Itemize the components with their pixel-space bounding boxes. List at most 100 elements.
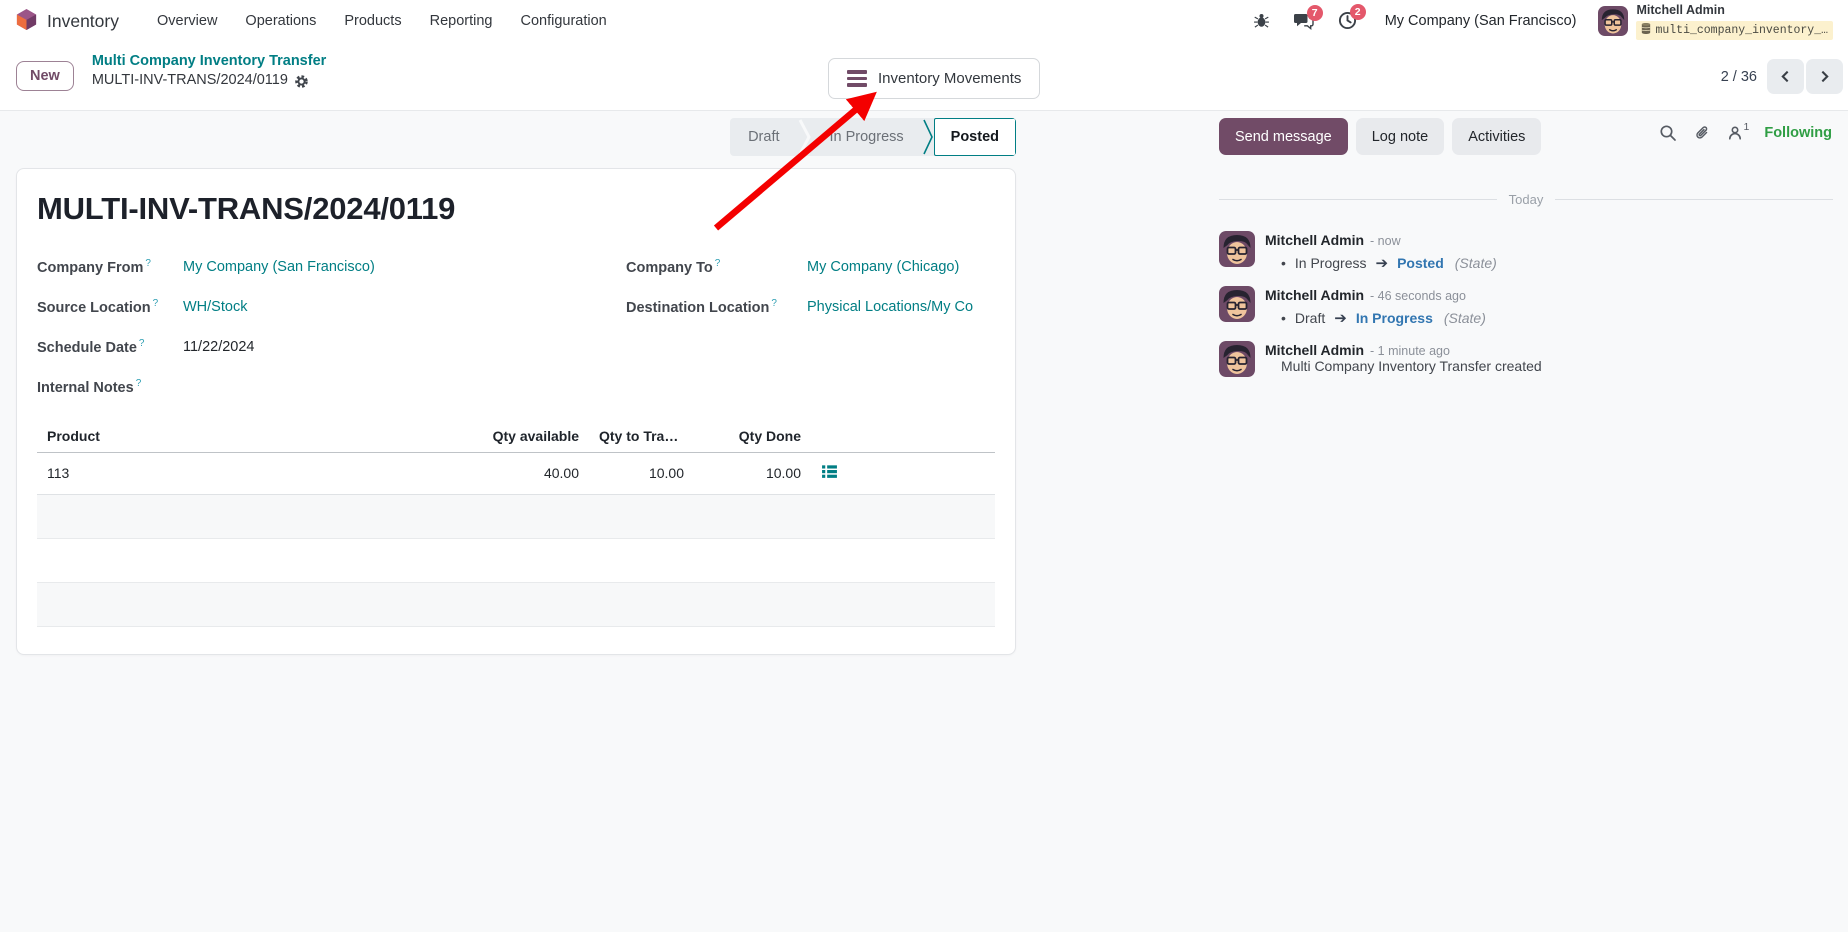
gear-icon[interactable] (294, 74, 309, 89)
menu-overview[interactable]: Overview (147, 7, 227, 35)
menu-operations[interactable]: Operations (235, 7, 326, 35)
user-name: Mitchell Admin (1636, 3, 1724, 17)
field-internal-notes: Internal Notes? (37, 367, 492, 407)
pager-value: 2 / 36 (1721, 69, 1757, 85)
inventory-app-icon (15, 8, 38, 35)
main-menus: Overview Operations Products Reporting C… (147, 7, 617, 35)
company-to-value[interactable]: My Company (Chicago) (807, 259, 959, 275)
log-note-button[interactable]: Log note (1356, 118, 1444, 155)
inventory-movements-button[interactable]: Inventory Movements (828, 58, 1040, 99)
column-product[interactable]: Product (37, 420, 457, 452)
status-bar: Draft In Progress Posted (730, 118, 1016, 156)
empty-row (37, 494, 995, 538)
chatter-message: Mitchell Admin - 1 minute ago Multi Comp… (1219, 341, 1833, 387)
user-avatar[interactable] (1598, 6, 1628, 36)
help-icon: ? (153, 298, 159, 309)
source-location-value[interactable]: WH/Stock (183, 299, 247, 315)
chatter-actions: Send message Log note Activities (1219, 118, 1541, 155)
help-icon: ? (145, 258, 151, 269)
table-header-row: Product Qty available Qty to Tran… Qty D… (37, 420, 995, 452)
chevron-right-icon (1818, 70, 1831, 83)
new-button[interactable]: New (16, 61, 74, 91)
help-icon: ? (771, 298, 777, 309)
following-toggle[interactable]: Following (1764, 125, 1832, 141)
help-icon: ? (139, 338, 145, 349)
chatter-message: Mitchell Admin - 46 seconds ago Draft ➔ … (1219, 286, 1833, 332)
menu-products[interactable]: Products (334, 7, 411, 35)
app-name: Inventory (47, 11, 119, 32)
help-icon: ? (136, 378, 142, 389)
inventory-movements-label: Inventory Movements (878, 70, 1021, 87)
message-time: - 1 minute ago (1370, 344, 1450, 358)
send-message-button[interactable]: Send message (1219, 118, 1348, 155)
table-row[interactable]: 113 40.00 10.00 10.00 (37, 452, 995, 494)
chevron-left-icon (1779, 70, 1792, 83)
stage-posted[interactable]: Posted (934, 118, 1016, 156)
column-qty-to-transfer[interactable]: Qty to Tran… (589, 420, 694, 452)
avatar (1219, 286, 1255, 322)
record-title: MULTI-INV-TRANS/2024/0119 (37, 191, 995, 227)
form-sheet: MULTI-INV-TRANS/2024/0119 Company From? … (16, 168, 1016, 655)
tracking-value: Draft ➔ In Progress (State) (1265, 309, 1486, 327)
cell-qty-available[interactable]: 40.00 (457, 452, 589, 494)
message-time: - now (1370, 234, 1401, 248)
pager-next-button[interactable] (1806, 59, 1843, 94)
pager-previous-button[interactable] (1767, 59, 1804, 94)
company-switcher[interactable]: My Company (San Francisco) (1385, 13, 1577, 29)
search-messages-icon[interactable] (1659, 124, 1677, 142)
attachments-paperclip-icon[interactable] (1693, 124, 1711, 142)
arrow-right-icon: ➔ (1334, 309, 1347, 327)
activities-count-badge: 2 (1350, 4, 1366, 20)
stage-draft[interactable]: Draft (730, 118, 797, 156)
message-body: Multi Company Inventory Transfer created (1265, 358, 1542, 374)
odoo-app-window: Inventory Overview Operations Products R… (0, 0, 1848, 932)
menu-configuration[interactable]: Configuration (510, 7, 616, 35)
message-author: Mitchell Admin (1265, 342, 1364, 358)
app-switcher[interactable]: Inventory (15, 8, 119, 35)
field-destination-location: Destination Location? Physical Locations… (626, 287, 995, 327)
column-qty-done[interactable]: Qty Done (694, 420, 811, 452)
database-icon (1641, 22, 1651, 39)
messages-icon[interactable]: 7 (1294, 12, 1314, 30)
user-menu[interactable]: Mitchell Admin multi_company_inventory_… (1636, 2, 1833, 40)
chatter-thread: Today Mitchell Admin - now In Progress ➔… (1219, 186, 1833, 396)
field-company-from: Company From? My Company (San Francisco) (37, 247, 492, 287)
arrow-right-icon: ➔ (1376, 254, 1389, 272)
company-from-value[interactable]: My Company (San Francisco) (183, 259, 375, 275)
field-company-to: Company To? My Company (Chicago) (626, 247, 995, 287)
destination-location-value[interactable]: Physical Locations/My Co (807, 299, 973, 315)
chatter-message: Mitchell Admin - now In Progress ➔ Poste… (1219, 231, 1833, 277)
control-panel: New Multi Company Inventory Transfer MUL… (0, 42, 1848, 111)
follower-count: 1 (1744, 121, 1750, 133)
column-qty-available[interactable]: Qty available (457, 420, 589, 452)
tracking-value: In Progress ➔ Posted (State) (1265, 254, 1497, 272)
field-source-location: Source Location? WH/Stock (37, 287, 492, 327)
schedule-date-value: 11/22/2024 (183, 339, 255, 355)
top-navbar: Inventory Overview Operations Products R… (0, 0, 1848, 42)
avatar (1219, 231, 1255, 267)
breadcrumb-parent-link[interactable]: Multi Company Inventory Transfer (92, 53, 326, 70)
stage-in-progress[interactable]: In Progress (812, 118, 922, 156)
field-groups: Company From? My Company (San Francisco)… (37, 247, 995, 407)
navbar-right: 7 2 My Company (San Francisco) (1229, 2, 1833, 40)
cell-qty-done[interactable]: 10.00 (694, 452, 811, 494)
messages-count-badge: 7 (1307, 5, 1323, 21)
transfer-lines-table: Product Qty available Qty to Tran… Qty D… (37, 420, 995, 654)
cell-product[interactable]: 113 (37, 452, 457, 494)
activities-button[interactable]: Activities (1452, 118, 1541, 155)
chatter-toolbar: 1 Following (1659, 124, 1833, 142)
content-area: Draft In Progress Posted Send message Lo… (0, 111, 1848, 932)
move-details-icon[interactable] (821, 467, 838, 483)
bug-icon[interactable] (1253, 12, 1270, 29)
empty-row (37, 626, 995, 654)
breadcrumb-current: MULTI-INV-TRANS/2024/0119 (92, 72, 288, 89)
help-icon: ? (715, 258, 721, 269)
field-schedule-date: Schedule Date? 11/22/2024 (37, 327, 492, 367)
database-pill: multi_company_inventory_… (1636, 21, 1833, 40)
cell-qty-to-transfer[interactable]: 10.00 (589, 452, 694, 494)
followers-icon[interactable]: 1 (1727, 125, 1749, 141)
hamburger-icon (847, 70, 867, 86)
activities-clock-icon[interactable]: 2 (1338, 11, 1357, 30)
avatar (1219, 341, 1255, 377)
menu-reporting[interactable]: Reporting (420, 7, 503, 35)
